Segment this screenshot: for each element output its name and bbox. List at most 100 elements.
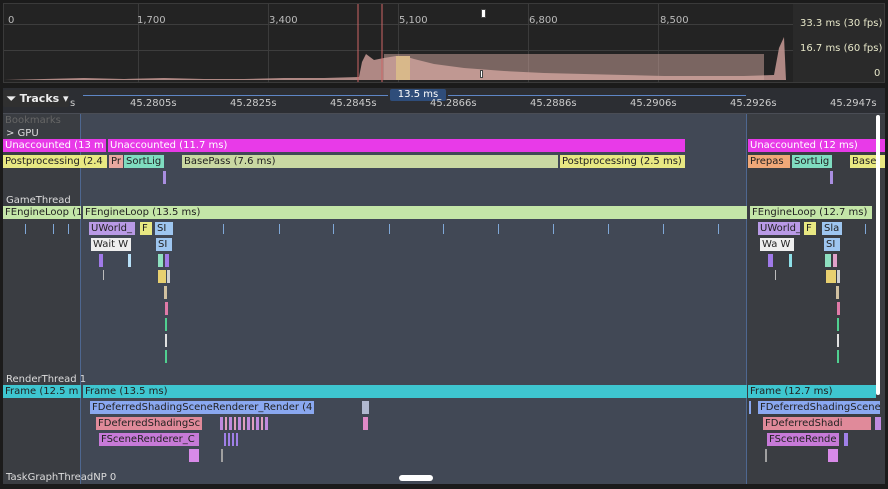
gamethread-tick bbox=[279, 224, 280, 234]
frame-marker[interactable] bbox=[481, 9, 486, 18]
gamethread-event-small[interactable] bbox=[768, 254, 773, 267]
gamethread-event-small[interactable] bbox=[165, 318, 167, 331]
gamethread-event[interactable]: Wait W bbox=[91, 238, 131, 251]
gpu-event[interactable]: SortLig bbox=[792, 155, 832, 168]
gamethread-event-small[interactable] bbox=[165, 254, 169, 267]
renderthread-event-small[interactable] bbox=[875, 417, 881, 430]
gamethread-event-small[interactable] bbox=[165, 334, 167, 347]
renderthread-event[interactable]: FDeferredShadingSc bbox=[96, 417, 202, 430]
gamethread-event-small[interactable] bbox=[165, 350, 167, 363]
gamethread-tick bbox=[223, 224, 224, 234]
gamethread-event[interactable]: Wa W bbox=[760, 238, 794, 251]
taskgraph-track-header[interactable]: TaskGraphThreadNP 0 bbox=[6, 472, 116, 483]
gpu-event-small[interactable] bbox=[163, 171, 166, 184]
renderthread-track-header[interactable]: RenderThread 1 bbox=[6, 374, 86, 385]
gamethread-event-small[interactable] bbox=[167, 270, 170, 283]
filter-icon: ⏷ bbox=[7, 92, 16, 105]
renderthread-event-small[interactable] bbox=[844, 433, 848, 446]
budget-30-label: 33.3 ms (30 fps) bbox=[800, 18, 883, 29]
gpu-event[interactable]: Unaccounted (12 ms) bbox=[748, 139, 885, 152]
gamethread-event-small[interactable] bbox=[158, 254, 163, 267]
budget-60-label: 16.7 ms (60 fps) bbox=[800, 43, 883, 54]
renderthread-event[interactable]: FDeferredShadingScene bbox=[758, 401, 880, 414]
gamethread-event-small[interactable] bbox=[837, 350, 839, 363]
gpu-event[interactable]: Postprocessing (2.5 ms) bbox=[560, 155, 685, 168]
renderthread-event[interactable]: FDeferredShadingSceneRenderer_Render (4 bbox=[90, 401, 314, 414]
bookmarks-header: Bookmarks bbox=[5, 115, 61, 126]
gamethread-event[interactable]: SI bbox=[824, 238, 840, 251]
gamethread-event-small[interactable] bbox=[158, 270, 166, 283]
renderthread-event-cluster[interactable] bbox=[220, 417, 270, 430]
gamethread-event-small[interactable] bbox=[837, 302, 840, 315]
renderthread-event-small[interactable] bbox=[221, 449, 223, 462]
gamethread-event-small[interactable] bbox=[837, 334, 839, 347]
selection-arrow-left bbox=[83, 95, 388, 96]
gpu-track-header[interactable]: > GPU bbox=[6, 128, 39, 139]
gamethread-event-small[interactable] bbox=[825, 254, 831, 267]
gamethread-event-small[interactable] bbox=[826, 270, 836, 283]
gamethread-event-small[interactable] bbox=[165, 302, 168, 315]
gamethread-event-small[interactable] bbox=[837, 270, 840, 283]
gpu-event-small[interactable] bbox=[830, 171, 833, 184]
gamethread-tick bbox=[333, 224, 334, 234]
gpu-event[interactable]: BasePass (7.6 ms) bbox=[182, 155, 558, 168]
ruler-tick: 45.2906s bbox=[630, 98, 677, 109]
gamethread-tick bbox=[389, 224, 390, 234]
ruler-tick: s bbox=[70, 98, 76, 109]
renderthread-event-cluster[interactable] bbox=[224, 433, 238, 446]
gamethread-tick bbox=[608, 224, 609, 234]
gamethread-event-small[interactable] bbox=[789, 254, 792, 267]
gpu-event[interactable]: Pr bbox=[109, 155, 123, 168]
vertical-scrollbar[interactable] bbox=[876, 115, 880, 395]
gpu-event[interactable]: Unaccounted (13 m bbox=[3, 139, 106, 152]
gamethread-event[interactable]: Sla bbox=[822, 222, 842, 235]
horizontal-scrollbar[interactable] bbox=[399, 475, 433, 481]
gamethread-event-small[interactable] bbox=[833, 254, 837, 267]
renderthread-event[interactable]: FSceneRende bbox=[767, 433, 839, 446]
gamethread-event-small[interactable] bbox=[836, 286, 839, 299]
tracks-button-label: Tracks bbox=[19, 92, 60, 105]
gamethread-tick bbox=[553, 224, 554, 234]
gamethread-event-small[interactable] bbox=[837, 318, 839, 331]
ruler-tick: 45.2825s bbox=[230, 98, 277, 109]
gpu-event[interactable]: Postprocessing (2.4 bbox=[3, 155, 107, 168]
frame-graph[interactable]: 0 1,700 3,400 5,100 6,800 8,500 1 33.3 m… bbox=[3, 3, 885, 83]
renderthread-event-small[interactable] bbox=[765, 449, 767, 462]
renderthread-event-small[interactable] bbox=[362, 401, 369, 414]
renderthread-event[interactable]: FDeferredShadi bbox=[763, 417, 871, 430]
gamethread-event-small[interactable] bbox=[99, 254, 103, 267]
tracks-button[interactable]: ⏷ Tracks ▾ bbox=[3, 90, 69, 107]
gamethread-tick bbox=[25, 224, 26, 234]
gpu-event[interactable]: Prepas bbox=[748, 155, 790, 168]
gpu-event[interactable]: SortLig bbox=[124, 155, 164, 168]
renderthread-event[interactable]: FSceneRenderer_C bbox=[99, 433, 199, 446]
gamethread-tick bbox=[53, 224, 54, 234]
gamethread-event[interactable]: FEngineLoop (13.5 ms) bbox=[83, 206, 747, 219]
gamethread-track-header[interactable]: GameThread bbox=[6, 195, 71, 206]
gamethread-event[interactable]: F bbox=[804, 222, 816, 235]
gamethread-tick bbox=[443, 224, 444, 234]
renderthread-event-small[interactable] bbox=[189, 449, 199, 462]
gamethread-event[interactable]: UWorld_ bbox=[758, 222, 800, 235]
gamethread-event[interactable]: SI bbox=[155, 222, 173, 235]
renderthread-event[interactable]: Frame (12.5 m bbox=[3, 385, 81, 398]
gamethread-event-small[interactable] bbox=[164, 286, 167, 299]
gamethread-tick bbox=[498, 224, 499, 234]
gamethread-event[interactable]: UWorld_ bbox=[89, 222, 135, 235]
gamethread-tick bbox=[718, 224, 719, 234]
frame-marker-bottom bbox=[480, 70, 483, 78]
renderthread-event-small[interactable] bbox=[828, 449, 838, 462]
renderthread-event[interactable]: Frame (12.7 ms) bbox=[748, 385, 876, 398]
gamethread-event-small[interactable] bbox=[128, 254, 131, 267]
renderthread-event-small[interactable] bbox=[749, 401, 751, 414]
chevron-down-icon: ▾ bbox=[63, 92, 69, 105]
timing-view[interactable]: ⏷ Tracks ▾ 13.5 ms s 45.2805s 45.2825s 4… bbox=[3, 88, 885, 484]
renderthread-event[interactable]: Frame (13.5 ms) bbox=[83, 385, 747, 398]
gpu-event[interactable]: Unaccounted (11.7 ms) bbox=[108, 139, 685, 152]
time-ruler[interactable]: ⏷ Tracks ▾ 13.5 ms s 45.2805s 45.2825s 4… bbox=[3, 88, 885, 114]
gamethread-event[interactable]: F bbox=[140, 222, 152, 235]
gamethread-event[interactable]: FEngineLoop (1 bbox=[3, 206, 81, 219]
renderthread-event-small[interactable] bbox=[363, 417, 368, 430]
gamethread-event[interactable]: SI bbox=[156, 238, 172, 251]
gamethread-event[interactable]: FEngineLoop (12.7 ms) bbox=[750, 206, 872, 219]
